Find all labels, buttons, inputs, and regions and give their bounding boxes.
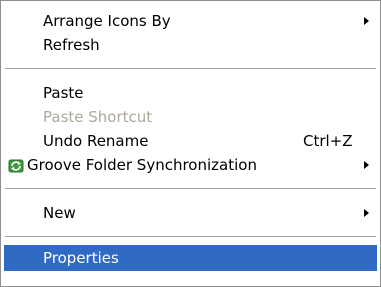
- menu-item-label: Properties: [43, 249, 119, 267]
- menu-separator: [5, 236, 376, 237]
- menu-item-label: Paste Shortcut: [43, 108, 153, 126]
- menu-item-new[interactable]: New: [4, 201, 377, 225]
- menu-item-label: Refresh: [43, 36, 100, 54]
- menu-item-groove-folder-synchronization[interactable]: Groove Folder Synchronization: [4, 153, 377, 177]
- menu-item-arrange-icons-by[interactable]: Arrange Icons By: [4, 9, 377, 33]
- menu-item-paste[interactable]: Paste: [4, 81, 377, 105]
- menu-item-undo-rename[interactable]: Undo Rename Ctrl+Z: [4, 129, 377, 153]
- menu-item-label: Groove Folder Synchronization: [27, 156, 257, 174]
- menu-item-label: New: [43, 204, 76, 222]
- menu-item-label: Paste: [43, 84, 84, 102]
- menu-item-paste-shortcut: Paste Shortcut: [4, 105, 377, 129]
- groove-sync-icon: [8, 157, 24, 173]
- menu-separator: [5, 68, 376, 69]
- submenu-arrow-icon: [364, 161, 369, 169]
- submenu-arrow-icon: [364, 17, 369, 25]
- desktop-context-menu: Arrange Icons By Refresh Paste Paste Sho…: [0, 0, 381, 287]
- menu-item-properties[interactable]: Properties: [4, 245, 377, 271]
- submenu-arrow-icon: [364, 209, 369, 217]
- menu-item-refresh[interactable]: Refresh: [4, 33, 377, 57]
- menu-item-label: Arrange Icons By: [43, 12, 171, 30]
- menu-item-label: Undo Rename: [43, 132, 149, 150]
- menu-separator: [5, 188, 376, 189]
- menu-item-shortcut: Ctrl+Z: [303, 132, 353, 150]
